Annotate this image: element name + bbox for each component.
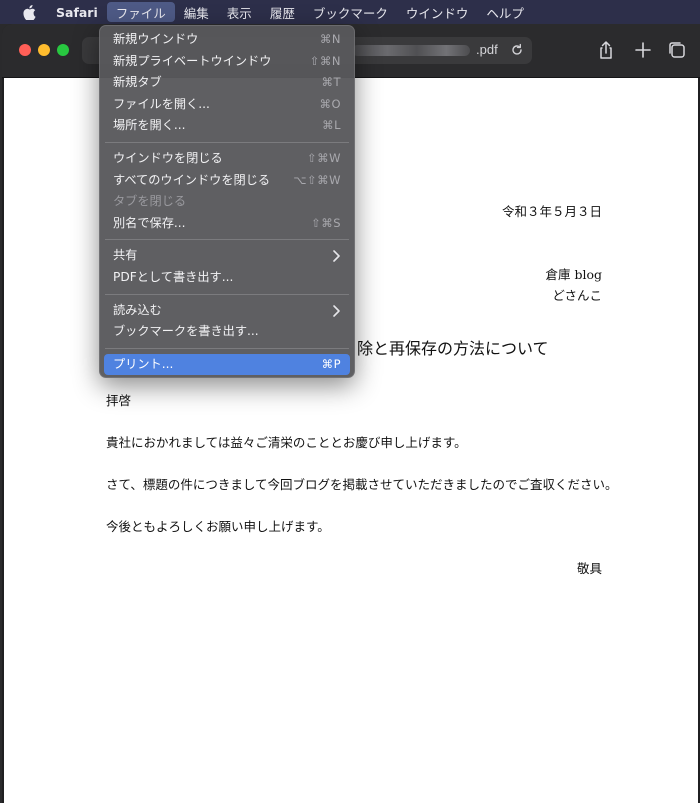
menu-separator [105, 293, 349, 295]
shortcut: ⇧⌘S [311, 215, 341, 230]
zoom-window-button[interactable] [57, 44, 69, 56]
menu-safari[interactable]: Safari [54, 0, 107, 24]
minimize-window-button[interactable] [38, 44, 50, 56]
shortcut: ⌥⇧⌘W [293, 172, 341, 187]
shortcut: ⇧⌘W [306, 150, 341, 165]
menu-item-close-tab: タブを閉じる [113, 194, 187, 209]
menu-separator [105, 141, 349, 143]
menu-view[interactable]: 表示 [218, 0, 261, 24]
menu-item-save-as[interactable]: 別名で保存... ⇧⌘S [99, 213, 355, 235]
doc-salutation: 拝啓 [106, 393, 132, 408]
menu-bookmarks[interactable]: ブックマーク [304, 0, 397, 24]
menu-window[interactable]: ウインドウ [397, 0, 478, 24]
doc-author: どさんこ [552, 288, 602, 303]
menu-edit[interactable]: 編集 [175, 0, 218, 24]
shortcut: ⌘N [319, 32, 341, 46]
menu-item-new-window[interactable]: 新規ウインドウ ⌘N [99, 29, 355, 51]
menu-separator [105, 347, 349, 349]
menu-file[interactable]: ファイル [106, 2, 175, 22]
menu-item-open-file[interactable]: ファイルを開く... ⌘O [99, 94, 355, 116]
menu-item-new-tab[interactable]: 新規タブ ⌘T [99, 72, 355, 94]
menu-item-share[interactable]: 共有 [99, 245, 355, 267]
shortcut: ⌘O [319, 96, 341, 111]
doc-title: 除と再保存の方法について [357, 339, 549, 358]
chevron-right-icon [333, 304, 340, 317]
reload-icon[interactable] [510, 43, 524, 57]
shortcut: ⌘L [322, 118, 341, 133]
shortcut: ⌘T [321, 75, 341, 90]
doc-paragraph-2: さて、標題の件につきまして今回ブログを掲載させていただきましたのでご査収ください… [106, 477, 618, 492]
menu-item-import[interactable]: 読み込む [99, 300, 355, 322]
menu-help[interactable]: ヘルプ [477, 0, 533, 24]
shortcut: ⌘P [321, 356, 341, 371]
menu-item-open-location[interactable]: 場所を開く... ⌘L [99, 115, 355, 137]
shortcut: ⇧⌘N [309, 53, 341, 68]
menu-item-export-pdf[interactable]: PDFとして書き出す... [99, 267, 355, 289]
tab-overview-icon[interactable] [667, 40, 687, 60]
share-icon[interactable] [596, 40, 616, 60]
menu-bar: Safari ファイル 編集 表示 履歴 ブックマーク ウインドウ ヘルプ [0, 0, 700, 24]
file-menu-dropdown: 新規ウインドウ ⌘N 新規プライベートウインドウ ⇧⌘N 新規タブ ⌘T ファイルを開… [99, 25, 355, 378]
menu-item-close-window[interactable]: ウインドウを閉じる ⇧⌘W [99, 148, 355, 170]
menu-item-new-private-window[interactable]: 新規プライベートウインドウ ⇧⌘N [99, 51, 355, 73]
menu-item-close-all-windows[interactable]: すべてのウインドウを閉じる ⌥⇧⌘W [99, 170, 355, 192]
doc-paragraph-3: 今後ともよろしくお願い申し上げます。 [106, 519, 330, 534]
doc-paragraph-1: 貴社におかれましては益々ご清栄のこととお慶び申し上げます。 [106, 435, 467, 450]
url-suffix: .pdf [476, 42, 498, 57]
blurred-url [352, 45, 470, 56]
menu-history[interactable]: 履歴 [261, 0, 304, 24]
menu-item-print[interactable]: プリント... ⌘P [104, 353, 350, 376]
doc-closing: 敬具 [576, 561, 602, 576]
doc-organization: 倉庫 blog [545, 267, 602, 282]
menu-item-export-bookmarks[interactable]: ブックマークを書き出す... [99, 321, 355, 343]
apple-logo-icon[interactable] [18, 4, 40, 20]
doc-date: 令和３年５月３日 [501, 204, 602, 219]
chevron-right-icon [333, 250, 340, 263]
new-tab-icon[interactable] [633, 40, 653, 60]
close-window-button[interactable] [19, 44, 31, 56]
menu-separator [105, 239, 349, 241]
